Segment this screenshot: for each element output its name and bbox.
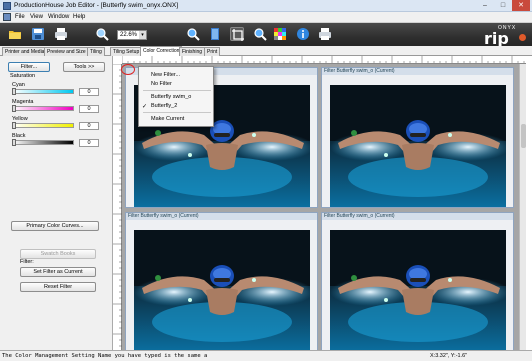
zoom-icon[interactable] <box>95 27 109 41</box>
cyan-slider-thumb[interactable] <box>12 88 16 95</box>
preview-pane-top-right[interactable]: Filter Butterfly swim_o (Current) <box>321 67 514 208</box>
menu-view[interactable]: View <box>30 14 43 20</box>
set-filter-as-current-button[interactable]: Set Filter as Current <box>20 267 96 277</box>
tab-strip: Printer and Media Preview and Size Tilin… <box>0 46 532 56</box>
preview-pane-bottom-left[interactable]: Filter Butterfly swim_o (Current) <box>125 212 318 353</box>
status-bar: The Color Management Setting Name you ha… <box>0 350 532 361</box>
app-icon <box>3 2 11 10</box>
menu-file[interactable]: File <box>15 14 25 20</box>
highlight-circle <box>121 64 135 75</box>
menu-item-new-filter[interactable]: New Filter... <box>139 71 213 79</box>
yellow-slider-thumb[interactable] <box>12 122 16 129</box>
vertical-scrollbar[interactable] <box>519 64 526 350</box>
window-title: ProductionHouse Job Editor - [Butterfly … <box>14 2 179 9</box>
print-icon[interactable] <box>54 27 68 41</box>
pane-header: Filter Butterfly swim_o (Current) <box>126 213 317 220</box>
menu-item-butterfly-swim[interactable]: Butterfly swim_o <box>139 93 213 101</box>
magenta-slider-thumb[interactable] <box>12 105 16 112</box>
cyan-slider[interactable] <box>12 89 74 94</box>
horizontal-ruler <box>122 56 526 64</box>
menu-item-butterfly-2[interactable]: Butterfly_2 <box>139 102 213 110</box>
logo-dot <box>519 34 526 41</box>
cyan-value[interactable]: 0 <box>79 88 99 96</box>
status-message: The Color Management Setting Name you ha… <box>2 353 208 359</box>
menu-help[interactable]: Help <box>73 14 85 20</box>
filter-popup-menu: New Filter... No Filter Butterfly swim_o… <box>138 66 214 127</box>
tools-button[interactable]: Tools >> <box>63 62 105 72</box>
color-correction-panel: Filter... Tools >> Saturation Cyan 0 Mag… <box>0 56 113 350</box>
toolbar: 22.6% ▾ ONYX rip <box>0 23 532 48</box>
menu-item-make-current[interactable]: Make Current <box>139 115 213 123</box>
tab-tiling[interactable]: Tiling <box>87 47 105 56</box>
reset-filter-button[interactable]: Reset Filter <box>20 282 96 292</box>
info-icon[interactable] <box>296 27 310 41</box>
filter-button[interactable]: Filter... <box>8 62 50 72</box>
maximize-button[interactable]: □ <box>494 0 512 11</box>
swimmer-photo <box>330 230 506 352</box>
filter-label: Filter: <box>20 259 34 265</box>
black-slider[interactable] <box>12 140 74 145</box>
menu-separator <box>143 90 211 91</box>
menu-bar: File View Window Help <box>0 12 532 23</box>
close-button[interactable]: ✕ <box>512 0 530 11</box>
open-folder-icon[interactable] <box>8 27 22 41</box>
swimmer-photo <box>134 230 310 352</box>
magenta-slider[interactable] <box>12 106 74 111</box>
search-icon[interactable] <box>186 27 200 41</box>
menu-window[interactable]: Window <box>48 14 69 20</box>
preview-pane-bottom-right[interactable]: Filter Butterfly swim_o (Current) <box>321 212 514 353</box>
save-icon[interactable] <box>31 27 45 41</box>
zoom-in-icon[interactable] <box>253 27 267 41</box>
crop-icon[interactable] <box>230 27 244 41</box>
tab-color-correction[interactable]: Color Correction <box>140 46 183 56</box>
yellow-slider[interactable] <box>12 123 74 128</box>
book-icon[interactable] <box>208 27 222 41</box>
pane-header: Filter Butterfly swim_o (Current) <box>322 68 513 75</box>
tab-finishing[interactable]: Finishing <box>179 47 206 56</box>
saturation-label: Saturation <box>10 73 36 79</box>
yellow-value[interactable]: 0 <box>79 122 99 130</box>
minimize-button[interactable]: – <box>476 0 494 11</box>
swatch-books-button[interactable]: Swatch Books <box>20 249 96 259</box>
zoom-value: 22.6% <box>120 32 138 38</box>
primary-color-curves-button[interactable]: Primary Color Curves... <box>11 221 99 231</box>
color-grid-icon[interactable] <box>273 27 287 41</box>
tab-preview-and-size[interactable]: Preview and Size <box>44 47 89 56</box>
pane-header: Filter Butterfly swim_o (Current) <box>322 213 513 220</box>
menu-separator <box>143 112 211 113</box>
black-slider-thumb[interactable] <box>12 139 16 146</box>
vertical-ruler <box>113 63 122 350</box>
zoom-dropdown-icon[interactable]: ▾ <box>139 31 146 39</box>
printer-icon[interactable] <box>318 27 332 41</box>
cursor-coordinates: X:3.32", Y:-1.6" <box>430 353 468 359</box>
doc-icon[interactable] <box>3 13 11 21</box>
swimmer-photo <box>330 85 506 207</box>
black-value[interactable]: 0 <box>79 139 99 147</box>
magenta-value[interactable]: 0 <box>79 105 99 113</box>
check-icon: ✓ <box>142 104 148 110</box>
menu-item-no-filter[interactable]: No Filter <box>139 80 213 88</box>
tab-print[interactable]: Print <box>204 47 221 56</box>
title-bar: ProductionHouse Job Editor - [Butterfly … <box>0 0 532 12</box>
scrollbar-thumb[interactable] <box>521 124 526 148</box>
zoom-field[interactable]: 22.6% ▾ <box>117 30 147 40</box>
tab-tiling-setup[interactable]: Tiling Setup <box>110 47 143 56</box>
tab-printer-and-media[interactable]: Printer and Media <box>2 47 48 56</box>
